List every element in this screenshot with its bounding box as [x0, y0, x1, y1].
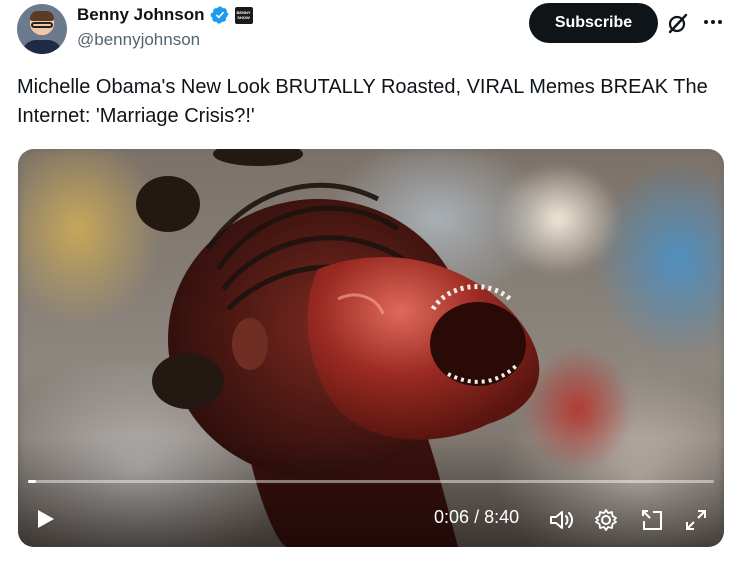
- avatar-glasses: [31, 22, 53, 28]
- time-separator: /: [474, 507, 485, 527]
- video-player[interactable]: 0:06 / 8:40: [18, 149, 724, 547]
- time-display: 0:06 / 8:40: [434, 507, 519, 528]
- grok-icon[interactable]: [666, 11, 690, 35]
- verified-badge-icon[interactable]: [210, 5, 230, 25]
- fullscreen-icon[interactable]: [683, 507, 709, 533]
- duration: 8:40: [484, 507, 520, 527]
- subscribe-button[interactable]: Subscribe: [529, 3, 658, 43]
- avatar[interactable]: [17, 4, 67, 54]
- settings-icon[interactable]: [593, 507, 619, 533]
- avatar-shirt: [22, 40, 62, 54]
- pip-icon[interactable]: [639, 507, 665, 533]
- play-icon[interactable]: [35, 507, 57, 531]
- display-name[interactable]: Benny Johnson: [77, 5, 205, 25]
- author-handle[interactable]: @bennyjohnson: [77, 30, 200, 50]
- current-time: 0:06: [434, 507, 470, 527]
- progress-fill: [28, 480, 36, 483]
- volume-icon[interactable]: [548, 507, 574, 533]
- progress-bar[interactable]: [28, 480, 714, 483]
- author-name-row: Benny Johnson BENNY SHOW: [77, 5, 253, 25]
- more-icon[interactable]: [701, 10, 725, 34]
- avatar-hair: [30, 11, 54, 21]
- tweet-text: Michelle Obama's New Look BRUTALLY Roast…: [17, 76, 708, 127]
- affiliate-badge[interactable]: BENNY SHOW: [234, 6, 253, 24]
